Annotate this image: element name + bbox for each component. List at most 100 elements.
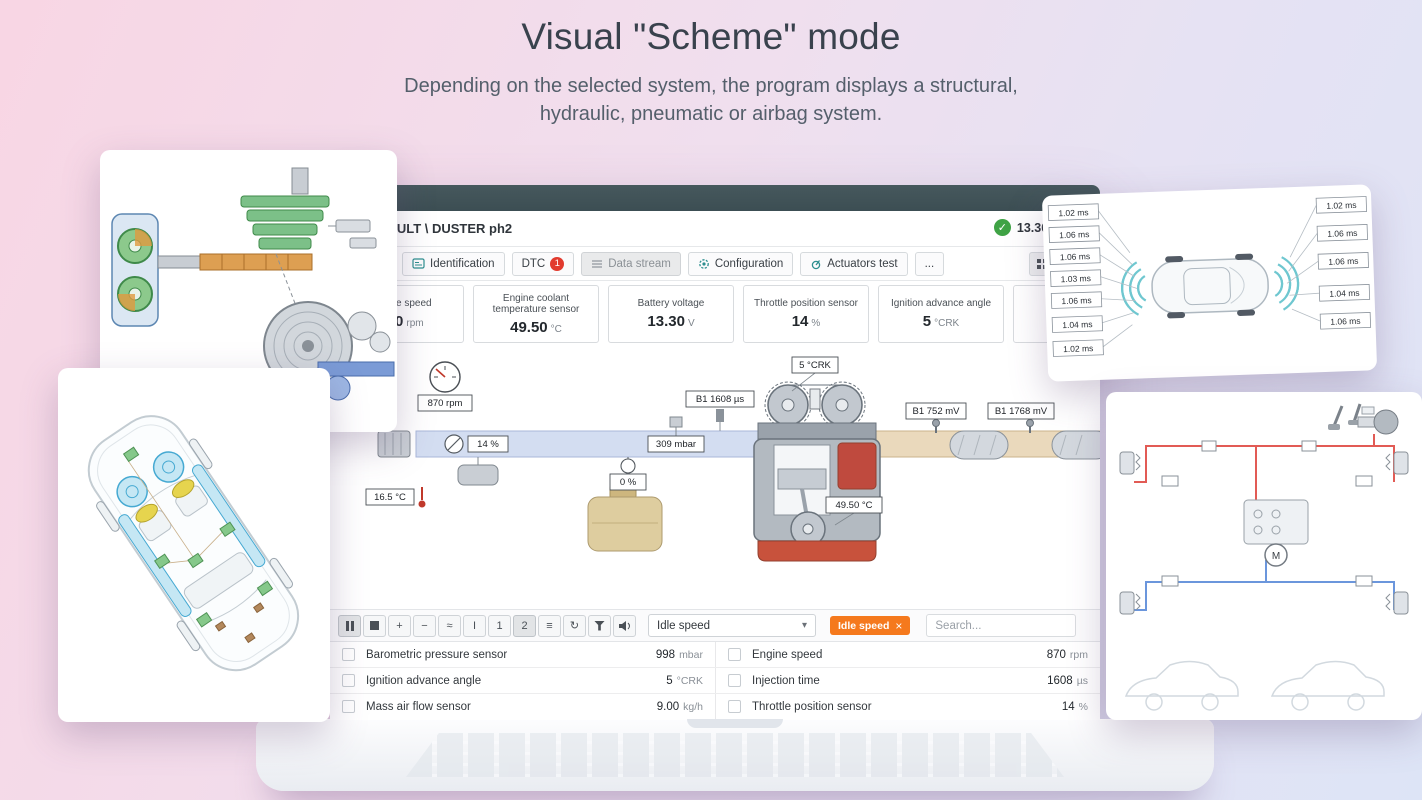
app-header: RENAULT \ DUSTER ph2 ✓ 13.30 V [330, 211, 1100, 247]
sensor-time-box: 1.02 ms [1052, 339, 1104, 357]
engine-scheme-view: 870 rpm 14 % 309 mbar 0 % 16.5 °C B1 160… [330, 347, 1100, 609]
sensor-unit: rpm [406, 317, 424, 329]
view-2-button[interactable]: 2 [513, 614, 536, 637]
table-cell[interactable]: Throttle position sensor 14 % [715, 694, 1100, 719]
sound-button[interactable] [613, 614, 636, 637]
row-checkbox[interactable] [728, 700, 741, 713]
catalytic-converter-1 [949, 430, 1009, 460]
tab-configuration[interactable]: Configuration [687, 251, 794, 276]
zoom-in-button[interactable]: + [388, 614, 411, 637]
param-label: Injection time [752, 674, 820, 687]
refresh-button[interactable]: ↻ [563, 614, 586, 637]
value-box-pressure: 309 mbar [647, 435, 705, 453]
sensor-time-box: 1.06 ms [1319, 311, 1372, 330]
tab-actuators-test[interactable]: Actuators test [800, 251, 908, 276]
table-cell[interactable]: Injection time 1608 µs [715, 668, 1100, 693]
filter-tag[interactable]: Idle speed × [830, 616, 911, 635]
zoom-out-button[interactable]: − [413, 614, 436, 637]
table-cell[interactable]: Barometric pressure sensor 998 mbar [330, 642, 715, 667]
param-unit: % [1078, 700, 1088, 713]
param-unit: °CRK [676, 674, 703, 687]
filter-tag-label: Idle speed [838, 619, 890, 632]
tab-label: ... [924, 257, 935, 270]
sensor-title: Battery voltage [637, 298, 705, 310]
sensor-value: 14% [791, 312, 821, 330]
hydraulic-scheme-card: M [1106, 392, 1422, 720]
rpm-gauge-icon [429, 361, 461, 393]
filter-button[interactable] [588, 614, 611, 637]
promo-stage: Visual "Scheme" mode Depending on the se… [0, 0, 1422, 800]
egr-valve [620, 457, 636, 474]
group-dropdown-value: Idle speed [657, 619, 711, 632]
svg-text:1.06 ms: 1.06 ms [1328, 256, 1359, 267]
param-value: 998 [655, 648, 676, 661]
brake-booster [1373, 409, 1399, 435]
row-checkbox[interactable] [728, 674, 741, 687]
svg-text:14 %: 14 % [477, 439, 499, 450]
search-input[interactable] [926, 614, 1077, 637]
row-checkbox[interactable] [342, 648, 355, 661]
tab-data-stream[interactable]: Data stream [581, 251, 681, 276]
param-value: 5 [666, 674, 673, 687]
table-cell[interactable]: Mass air flow sensor 9.00 kg/h [330, 694, 715, 719]
row-checkbox[interactable] [342, 700, 355, 713]
param-label: Barometric pressure sensor [366, 648, 508, 661]
front-brake-circuit [1134, 434, 1395, 500]
sensor-time-box: 1.02 ms [1047, 203, 1100, 221]
hydraulic-control-unit [1243, 499, 1309, 545]
table-cell[interactable]: Ignition advance angle 5 °CRK [330, 668, 715, 693]
svg-text:B1 1608 µs: B1 1608 µs [696, 394, 745, 405]
svg-text:B1 1768 mV: B1 1768 mV [995, 406, 1048, 417]
svg-text:1.06 ms: 1.06 ms [1327, 228, 1358, 239]
value-box-intake-temp: 16.5 °C [365, 488, 415, 506]
smoothing-button[interactable]: ≈ [438, 614, 461, 637]
sensor-card-battery-voltage[interactable]: Battery voltage 13.30 V [608, 285, 734, 343]
tab-label: Data stream [608, 257, 671, 270]
svg-text:870 rpm: 870 rpm [428, 398, 463, 409]
stop-button[interactable] [363, 614, 386, 637]
spark-plug [809, 388, 821, 410]
sensor-card-ignition-advance[interactable]: Ignition advance angle 5 °CRK [878, 285, 1004, 343]
list-button[interactable]: ≡ [538, 614, 561, 637]
tag-close-icon[interactable]: × [895, 619, 902, 633]
row-checkbox[interactable] [728, 648, 741, 661]
sensor-card-throttle-position[interactable]: Throttle position sensor 14% [743, 285, 869, 343]
sensor-title: Ignition advance angle [890, 298, 992, 310]
sensor-time-box: 1.06 ms [1048, 225, 1100, 243]
engine-scheme-svg: 870 rpm 14 % 309 mbar 0 % 16.5 °C B1 160… [365, 356, 1100, 562]
subtitle-line-1: Depending on the selected system, the pr… [404, 75, 1018, 97]
gear-icon [699, 258, 709, 269]
view-1-button[interactable]: 1 [488, 614, 511, 637]
marker-button[interactable]: Ι [463, 614, 486, 637]
tab-dtc[interactable]: DTC 1 [511, 251, 575, 276]
dtc-count-badge: 1 [550, 256, 565, 271]
subtitle-line-2: hydraulic, pneumatic or airbag system. [539, 103, 883, 125]
param-value: 9.00 [656, 700, 680, 713]
svg-text:1.06 ms: 1.06 ms [1060, 251, 1091, 262]
tab-label: Identification [430, 257, 495, 270]
air-filter [377, 430, 411, 458]
parking-sensors-card: 1.02 ms 1.06 ms 1.06 ms 1.03 ms 1.06 ms … [1041, 184, 1378, 382]
value-box-camshaft: 5 °CRK [791, 356, 839, 374]
sensor-time-box: 1.06 ms [1049, 247, 1101, 265]
stream-toolbar: + − ≈ Ι 1 2 ≡ ↻ Idle speed ▾ Idle speed [330, 609, 1100, 642]
value-box-o2-downstream: B1 1768 mV [987, 402, 1055, 420]
table-row: Barometric pressure sensor 998 mbar Engi… [330, 642, 1100, 668]
tab-more[interactable]: ... [914, 251, 945, 276]
tab-bar: Identification DTC 1 Data stream Configu… [330, 247, 1100, 281]
sensor-time-box: 1.03 ms [1050, 269, 1102, 287]
row-checkbox[interactable] [342, 674, 355, 687]
sensor-value: 13.30 V [647, 312, 695, 330]
value-box-o2-upstream: B1 752 mV [905, 402, 967, 420]
param-value: 14 [1061, 700, 1075, 713]
sensor-card-coolant-temp[interactable]: Engine coolant temperature sensor 49.50 °… [473, 285, 599, 343]
hero: Visual "Scheme" mode Depending on the se… [0, 16, 1422, 128]
piston [777, 468, 827, 490]
tab-identification[interactable]: Identification [402, 251, 505, 276]
sensor-time-box: 1.04 ms [1051, 315, 1104, 333]
group-dropdown[interactable]: Idle speed ▾ [648, 614, 816, 637]
svg-text:1.02 ms: 1.02 ms [1326, 200, 1357, 211]
param-value: 870 [1046, 648, 1066, 661]
table-cell[interactable]: Engine speed 870 rpm [715, 642, 1100, 667]
pause-button[interactable] [338, 614, 361, 637]
